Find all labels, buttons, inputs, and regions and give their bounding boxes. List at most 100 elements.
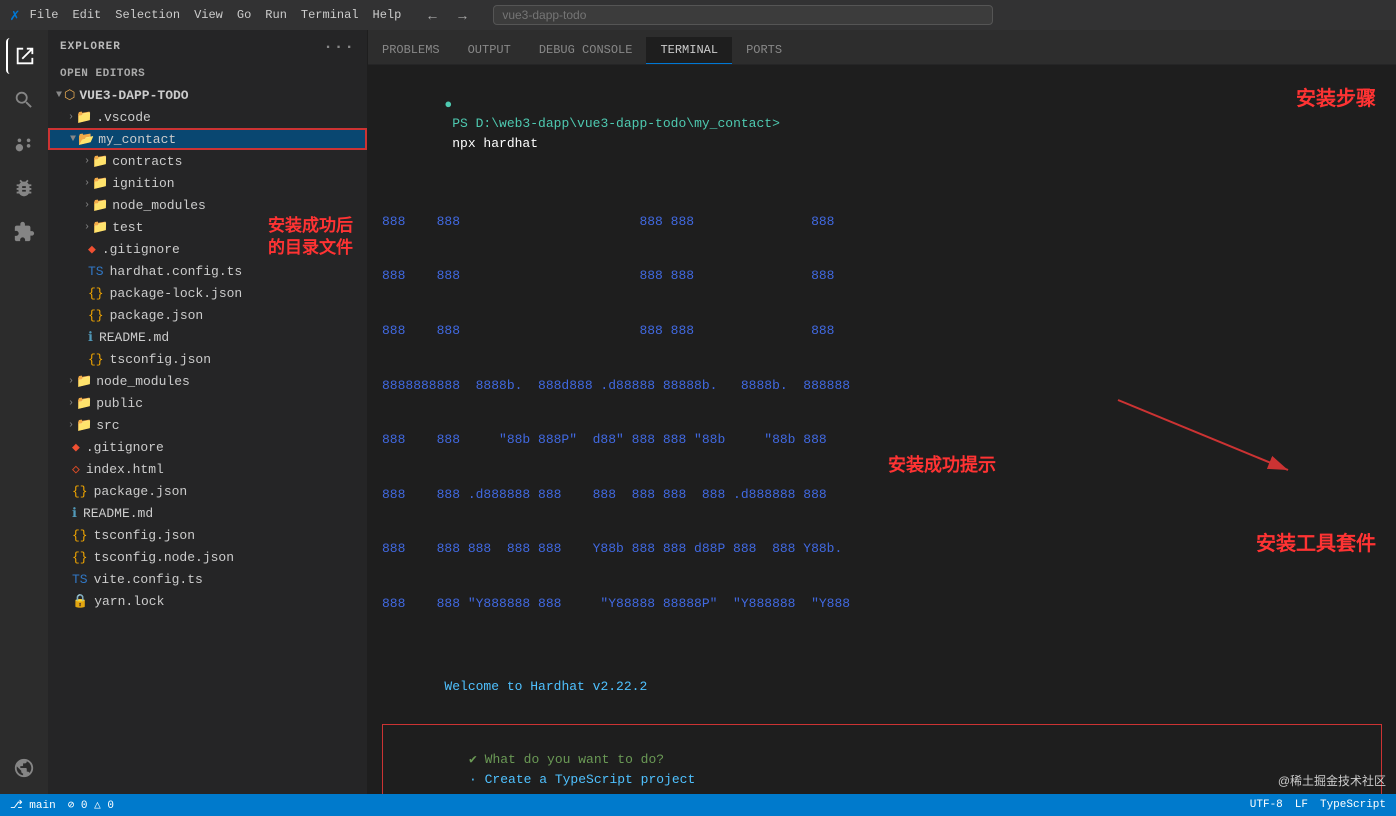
activity-search[interactable] [6,82,42,118]
sidebar: EXPLORER ··· OPEN EDITORS ▼ ⬡ VUE3-DAPP-… [48,30,368,794]
tab-ports[interactable]: PORTS [732,37,796,64]
terminal-area[interactable]: ● PS D:\web3-dapp\vue3-dapp-todo\my_cont… [368,65,1396,794]
sidebar-more-button[interactable]: ··· [323,38,355,56]
folder-icon: ⬡ [64,88,75,103]
tree-item-package-json-outer[interactable]: {} package.json [48,480,367,502]
menu-go[interactable]: Go [237,8,251,22]
tree-item-gitignore-outer[interactable]: ◆ .gitignore [48,436,367,458]
tree-item-tsconfig-outer[interactable]: {} tsconfig.json [48,524,367,546]
tree-item-readme-outer[interactable]: ℹ README.md [48,502,367,524]
json-icon: {} [88,286,104,301]
tree-item-vite-config[interactable]: TS vite.config.ts [48,568,367,590]
folder-icon: 📂 [78,132,94,147]
tab-problems[interactable]: PROBLEMS [368,37,454,64]
activity-debug[interactable] [6,170,42,206]
tree-item-tsconfig-node[interactable]: {} tsconfig.node.json [48,546,367,568]
menu-file[interactable]: File [30,8,59,22]
status-encoding: UTF-8 [1250,799,1283,811]
main-layout: EXPLORER ··· OPEN EDITORS ▼ ⬡ VUE3-DAPP-… [0,30,1396,794]
tree-item-node-modules-inner[interactable]: › 📁 node_modules [48,194,367,216]
titlebar: ✗ File Edit Selection View Go Run Termin… [0,0,1396,30]
status-branch[interactable]: ⎇ main [10,798,56,812]
json-icon: {} [72,528,88,543]
back-button[interactable]: ← [421,5,443,25]
tree-item-ignition[interactable]: › 📁 ignition [48,172,367,194]
status-left: ⎇ main ⊘ 0 △ 0 [10,798,114,812]
menu-bar[interactable]: File Edit Selection View Go Run Terminal… [30,8,402,22]
chevron-right-icon: › [84,222,90,233]
lock-icon: 🔒 [72,594,88,609]
activity-bar [0,30,48,794]
tab-output[interactable]: OUTPUT [454,37,525,64]
menu-help[interactable]: Help [373,8,402,22]
tab-debug-console[interactable]: DEBUG CONSOLE [525,37,647,64]
search-bar[interactable] [493,5,993,25]
search-input[interactable] [493,5,993,25]
tree-item-public[interactable]: › 📁 public [48,392,367,414]
status-bar: ⎇ main ⊘ 0 △ 0 UTF-8 LF TypeScript [0,794,1396,816]
activity-extensions[interactable] [6,214,42,250]
tree-item-node-modules-outer[interactable]: › 📁 node_modules [48,370,367,392]
md-icon: ℹ [88,330,93,345]
status-errors: ⊘ 0 △ 0 [68,798,114,812]
menu-edit[interactable]: Edit [72,8,101,22]
chevron-down-icon: ▼ [56,90,62,101]
typescript-icon: TS [72,572,88,587]
typescript-icon: TS [88,264,104,279]
tree-item-src[interactable]: › 📁 src [48,414,367,436]
chevron-right-icon: › [68,112,74,123]
hardhat-logo: 888 888 888 888 888 888 888 888 888 888 … [382,177,1382,650]
chevron-right-icon: › [84,156,90,167]
chevron-right-icon: › [68,398,74,409]
project-root[interactable]: ▼ ⬡ VUE3-DAPP-TODO [48,84,367,106]
chevron-right-icon: › [68,376,74,387]
folder-icon: 📁 [92,198,108,213]
vscode-icon: ✗ [10,5,20,25]
tree-item-gitignore-inner[interactable]: ◆ .gitignore [48,238,367,260]
status-line-ending: LF [1295,799,1308,811]
tree-item-test[interactable]: › 📁 test [48,216,367,238]
welcome-line: Welcome to Hardhat v2.22.2 [382,657,1382,716]
activity-remote[interactable] [6,750,42,786]
json-icon: {} [72,484,88,499]
folder-icon: 📁 [92,220,108,235]
tab-terminal[interactable]: TERMINAL [646,37,732,64]
nav-buttons: ← → [421,5,473,25]
tree-item-vscode[interactable]: › 📁 .vscode [48,106,367,128]
tree-item-package-lock-inner[interactable]: {} package-lock.json [48,282,367,304]
md-icon: ℹ [72,506,77,521]
folder-icon: 📁 [76,110,92,125]
menu-terminal[interactable]: Terminal [301,8,359,22]
tree-item-tsconfig-inner[interactable]: {} tsconfig.json [48,348,367,370]
html-icon: ◇ [72,462,80,477]
menu-view[interactable]: View [194,8,223,22]
file-tree: ▼ ⬡ VUE3-DAPP-TODO › 📁 .vscode ▼ 📂 my_co… [48,84,367,794]
tree-item-readme-inner[interactable]: ℹ README.md [48,326,367,348]
tree-item-contracts[interactable]: › 📁 contracts [48,150,367,172]
chevron-right-icon: › [68,420,74,431]
terminal-command: npx hardhat [444,136,538,151]
chevron-right-icon: › [84,178,90,189]
sidebar-header: EXPLORER ··· [48,30,367,64]
terminal-prompt-1: ● PS D:\web3-dapp\vue3-dapp-todo\my_cont… [382,75,1382,173]
forward-button[interactable]: → [451,5,473,25]
chevron-down-icon: ▼ [70,134,76,145]
tree-item-my-contact[interactable]: ▼ 📂 my_contact [48,128,367,150]
q1-line: ✔ What do you want to do? · Create a Typ… [391,731,1373,794]
terminal-cwd: PS D:\web3-dapp\vue3-dapp-todo\my_contac… [444,116,779,131]
menu-run[interactable]: Run [265,8,287,22]
tab-bar: PROBLEMS OUTPUT DEBUG CONSOLE TERMINAL P… [368,30,1396,65]
questions-box: ✔ What do you want to do? · Create a Typ… [382,724,1382,794]
menu-selection[interactable]: Selection [115,8,180,22]
json-icon: {} [88,352,104,367]
tree-item-yarn-lock[interactable]: 🔒 yarn.lock [48,590,367,612]
tree-item-package-json-inner[interactable]: {} package.json [48,304,367,326]
tree-item-index-html[interactable]: ◇ index.html [48,458,367,480]
folder-icon: 📁 [76,396,92,411]
activity-explorer[interactable] [6,38,42,74]
main-content: ✗ PROBLEMS OUTPUT DEBUG CONSOLE TERMINAL… [368,30,1396,794]
git-icon: ◆ [88,242,96,257]
folder-icon: 📁 [76,418,92,433]
activity-source-control[interactable] [6,126,42,162]
tree-item-hardhat-config[interactable]: TS hardhat.config.ts [48,260,367,282]
